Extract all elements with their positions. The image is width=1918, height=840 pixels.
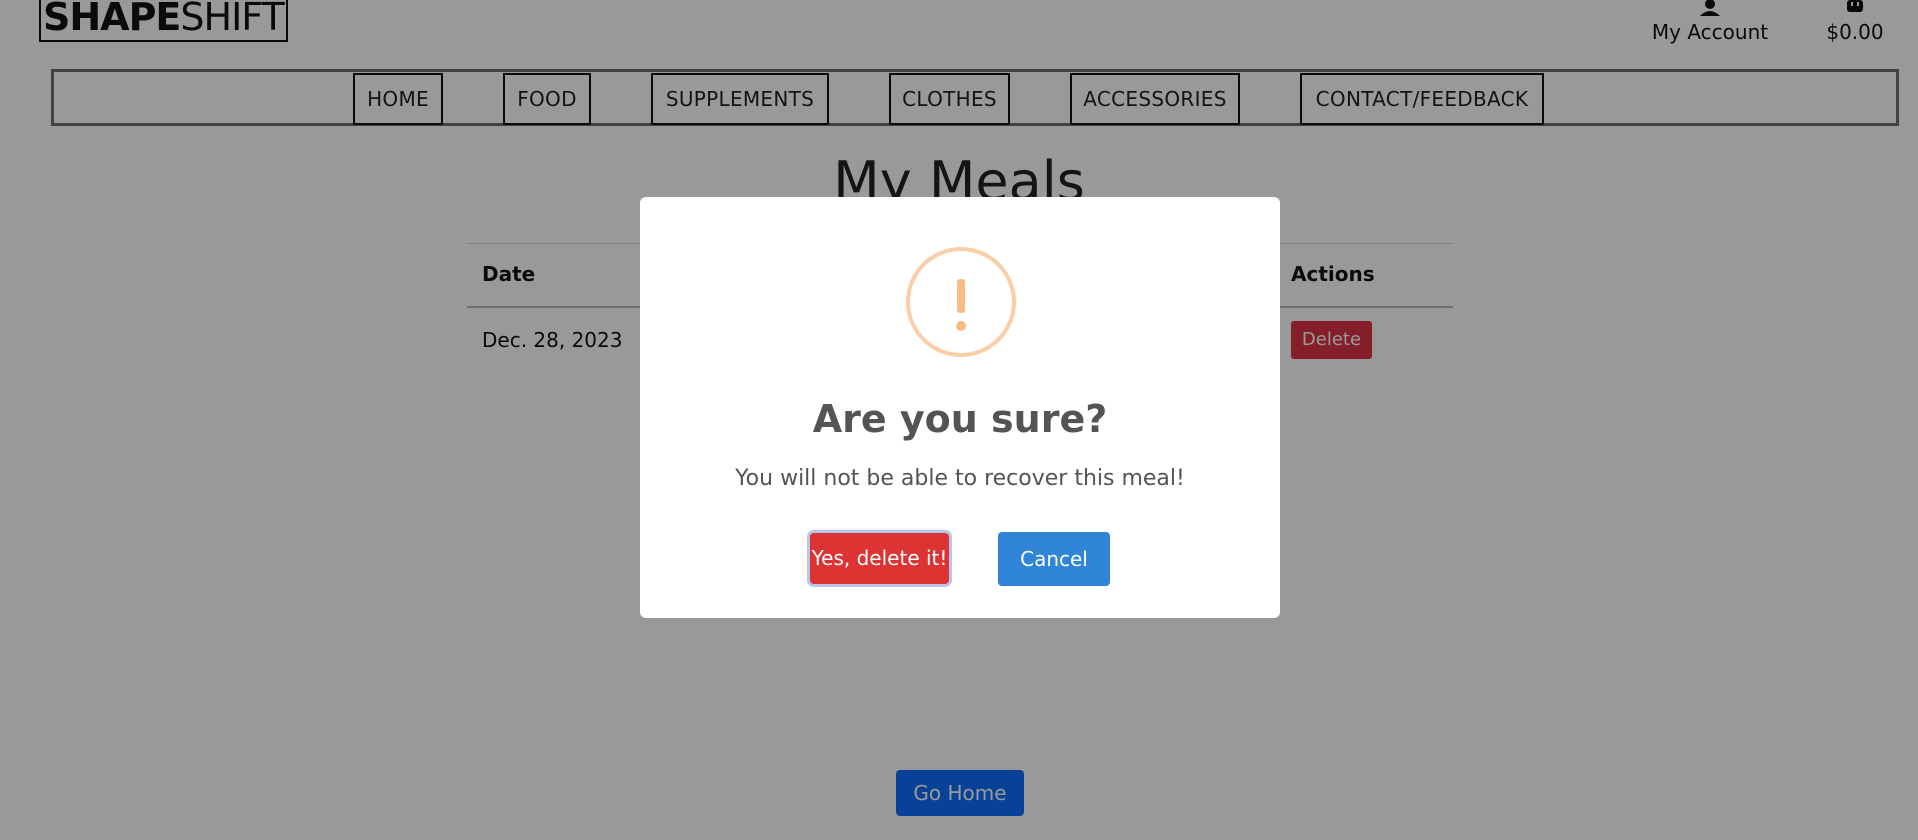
dialog-message: You will not be able to recover this mea… bbox=[735, 466, 1185, 491]
dialog-title: Are you sure? bbox=[812, 397, 1108, 441]
confirm-delete-button[interactable]: Yes, delete it! bbox=[810, 533, 949, 584]
warning-icon bbox=[906, 247, 1016, 357]
warning-icon-dot bbox=[956, 321, 966, 331]
cancel-button[interactable]: Cancel bbox=[998, 532, 1110, 586]
confirm-dialog: Are you sure? You will not be able to re… bbox=[640, 197, 1280, 618]
page: SHAPESHIFT My Account $0.00 HOME FOOD SU… bbox=[0, 0, 1918, 840]
warning-icon-bar bbox=[957, 279, 965, 313]
